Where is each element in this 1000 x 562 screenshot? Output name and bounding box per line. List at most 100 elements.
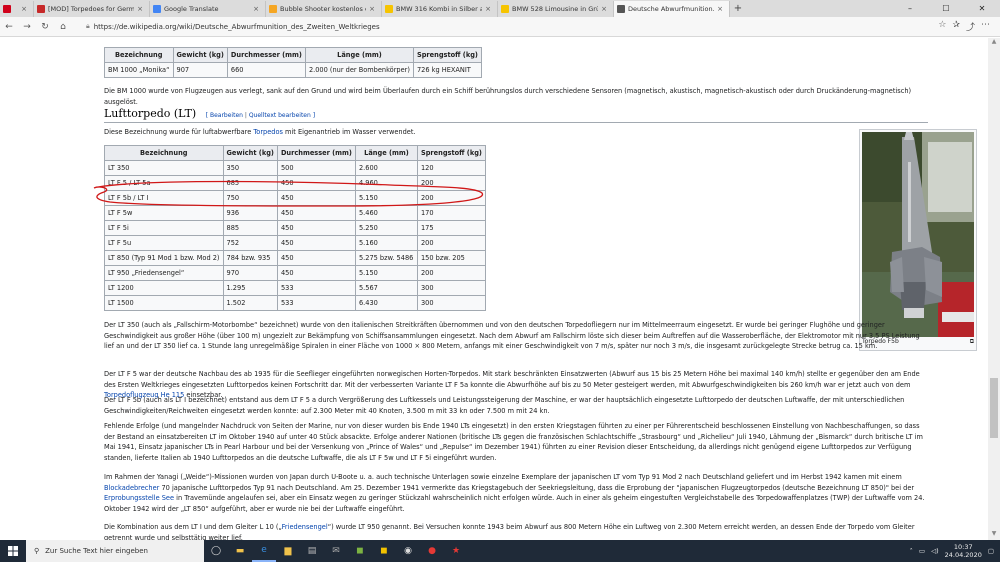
table-cell: 660 <box>226 62 306 78</box>
table-cell: 5.275 bzw. 5486 <box>354 250 418 266</box>
browser-tab[interactable]: Bubble Shooter kostenlos o... × <box>266 1 382 17</box>
table-cell: LT 1500 <box>104 295 224 311</box>
table-cell: 350 <box>222 160 278 176</box>
back-icon[interactable]: ← <box>0 22 18 32</box>
close-tab-icon[interactable]: × <box>601 5 607 13</box>
browser-address-bar: ← → ↻ ⌂ 🔒︎ https://de.wikipedia.org/wiki… <box>0 17 1000 37</box>
table-cell: 6.430 <box>354 295 418 311</box>
source-edit-link[interactable]: Quelltext bearbeiten ] <box>249 112 315 119</box>
red-annotation-ellipse <box>93 180 484 207</box>
lock-icon: 🔒︎ <box>86 22 90 30</box>
search-icon: ⚲ <box>34 547 40 555</box>
table-cell: 450 <box>276 235 356 251</box>
table-cell: 150 bzw. 205 <box>416 250 486 266</box>
system-tray: ˄ ▭ ◁) 10:37 24.04.2020 ▢ <box>910 543 1000 559</box>
table-cell: 784 bzw. 935 <box>222 250 278 266</box>
close-tab-icon[interactable]: × <box>21 5 27 13</box>
task-view-icon[interactable]: ◯ <box>204 540 228 562</box>
new-tab-button[interactable]: + <box>730 1 746 17</box>
url-text: https://de.wikipedia.org/wiki/Deutsche_A… <box>93 22 380 31</box>
disc-icon[interactable]: ◉ <box>396 540 420 562</box>
enlarge-icon[interactable]: ⧉ <box>970 338 974 346</box>
close-tab-icon[interactable]: × <box>485 5 491 13</box>
table-header: Länge (mm) <box>354 145 418 161</box>
url-field[interactable]: 🔒︎ https://de.wikipedia.org/wiki/Deutsch… <box>86 20 646 33</box>
red-star-icon[interactable]: ★ <box>444 540 468 562</box>
table-cell: 970 <box>222 265 278 281</box>
star-icon <box>37 5 45 13</box>
browser-tab[interactable]: [MOD] Torpedoes for Germ... × <box>34 1 150 17</box>
table-header: Sprengstoff (kg) <box>416 145 486 161</box>
scroll-thumb[interactable] <box>990 378 998 438</box>
edit-link[interactable]: [ Bearbeiten <box>206 112 243 119</box>
minimize-icon[interactable]: – <box>892 0 928 17</box>
torpedos-link[interactable]: Torpedos <box>253 128 283 136</box>
browser-tab[interactable]: Google Translate × <box>150 1 266 17</box>
table-cell: 5.150 <box>354 265 418 281</box>
volume-icon[interactable]: ◁) <box>931 547 939 555</box>
browser-tab[interactable]: × <box>0 1 34 17</box>
table-cell: 450 <box>276 220 356 236</box>
table-cell: 5.160 <box>354 235 418 251</box>
page-content: Bezeichnung Gewicht (kg) Durchmesser (mm) L… <box>0 38 988 540</box>
table-cell: 1.502 <box>222 295 278 311</box>
lt-table: Bezeichnung Gewicht (kg) Durchmesser (mm) L… <box>104 145 486 311</box>
paragraph-ltf5b: Der LT F 5b (auch als LT I bezeichnet) e… <box>104 396 905 415</box>
vertical-scrollbar[interactable]: ▲ ▼ <box>988 38 1000 540</box>
table-cell: 5.567 <box>354 280 418 296</box>
clock[interactable]: 10:37 24.04.2020 <box>945 543 982 559</box>
app-yellow-icon[interactable]: ◼ <box>372 540 396 562</box>
table-header: Sprengstoff (kg) <box>412 47 482 63</box>
store-icon[interactable]: ▤ <box>300 540 324 562</box>
folder-icon[interactable]: ▬ <box>228 540 252 562</box>
reload-icon[interactable]: ↻ <box>36 22 54 32</box>
table-header: Durchmesser (mm) <box>276 145 356 161</box>
close-tab-icon[interactable]: × <box>717 5 723 13</box>
scroll-up-icon[interactable]: ▲ <box>988 38 1000 48</box>
close-tab-icon[interactable]: × <box>137 5 143 13</box>
browser-tab[interactable]: BMW 316 Kombi in Silber al...× <box>382 1 498 17</box>
scroll-down-icon[interactable]: ▼ <box>988 530 1000 540</box>
browser-tab[interactable]: Deutsche Abwurfmunition... × <box>614 1 730 17</box>
table-row: LT 950 „Friedensengel“ 970 450 5.150 200 <box>104 265 486 281</box>
maximize-icon[interactable]: ☐ <box>928 0 964 17</box>
globe-icon[interactable]: ● <box>420 540 444 562</box>
network-icon[interactable]: ▭ <box>919 547 925 555</box>
home-icon[interactable]: ⌂ <box>54 22 72 32</box>
friedensengel-link[interactable]: Friedensengel <box>282 523 328 531</box>
close-tab-icon[interactable]: × <box>369 5 375 13</box>
more-icon[interactable]: ⋯ <box>981 20 990 33</box>
forward-icon[interactable]: → <box>18 22 36 32</box>
browser-tab-bar: × [MOD] Torpedoes for Germ... × Google Tran… <box>0 0 1000 17</box>
app-green-icon[interactable]: ◼ <box>348 540 372 562</box>
close-tab-icon[interactable]: × <box>253 5 259 13</box>
edge-icon[interactable]: e <box>252 540 276 562</box>
browser-tab[interactable]: BMW 528 Limousine in Grü... × <box>498 1 614 17</box>
bm-description: Die BM 1000 wurde von Flugzeugen aus ver… <box>104 87 912 106</box>
table-cell: 1.295 <box>222 280 278 296</box>
taskbar-search-field[interactable]: ⚲ Zur Suche Text hier eingeben <box>26 540 204 562</box>
erprobungsstelle-link[interactable]: Erprobungsstelle See <box>104 494 174 502</box>
windows-start-icon[interactable] <box>0 540 26 562</box>
tray-chevron-icon[interactable]: ˄ <box>910 547 913 555</box>
explorer-icon[interactable]: ▆ <box>276 540 300 562</box>
torpedo-photo[interactable] <box>862 132 974 337</box>
table-cell: 726 kg HEXANIT <box>412 62 482 78</box>
blockadebrecher-link[interactable]: Blockadebrecher <box>104 484 159 492</box>
table-cell: 533 <box>276 295 356 311</box>
table-cell: 175 <box>416 220 486 236</box>
close-window-icon[interactable]: ✕ <box>964 0 1000 17</box>
table-cell: LT 950 „Friedensengel“ <box>104 265 224 281</box>
table-cell: 2.600 <box>354 160 418 176</box>
paragraph-yanagi: Im Rahmen der Yanagi („Weide“)-Missionen… <box>104 473 925 513</box>
table-header: Gewicht (kg) <box>172 47 228 63</box>
star-icon[interactable]: ☆ <box>938 20 946 33</box>
notification-icon[interactable]: ▢ <box>988 547 994 555</box>
table-cell: 533 <box>276 280 356 296</box>
favorites-icon[interactable]: ✰ <box>952 20 960 33</box>
game-icon <box>269 5 277 13</box>
torpedo-image-thumb: Torpedo F5b ⧉ <box>859 129 977 351</box>
windows-taskbar: ⚲ Zur Suche Text hier eingeben ◯ ▬ e ▆ ▤… <box>0 540 1000 562</box>
share-icon[interactable]: ⤴ <box>966 20 975 33</box>
mail-icon[interactable]: ✉ <box>324 540 348 562</box>
